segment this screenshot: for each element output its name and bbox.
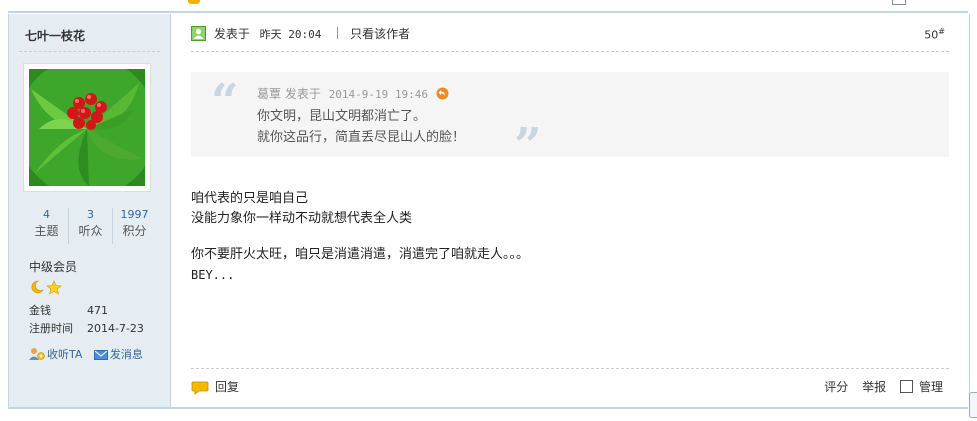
author-stats: 4 主题 3 听众 1997 积分 [25, 208, 155, 244]
floor-number[interactable]: 50# [924, 27, 945, 42]
stat-listeners-label[interactable]: 听众 [69, 222, 112, 240]
quote-line-2: 就你这品行，简直丢尽昆山人的脸！ [257, 130, 466, 145]
stat-topics-value[interactable]: 4 [25, 208, 68, 222]
reply-label[interactable]: 回复 [215, 380, 239, 394]
body-line-1: 咱代表的只是咱自己 [191, 191, 309, 206]
published-time: 昨天 20:04 [259, 28, 322, 41]
floor-sup[interactable]: # [938, 27, 945, 36]
quote-author: 葛覃 [257, 87, 282, 101]
close-quote-icon: ” [514, 118, 542, 174]
envelope-icon [93, 350, 108, 360]
only-author-link[interactable]: 只看该作者 [350, 27, 410, 41]
reply-icon [191, 381, 209, 395]
quote-meta: 葛覃 发表于 2014-9-19 19:46 [257, 85, 449, 102]
side-scroll-widget[interactable] [969, 392, 977, 418]
follow-icon [29, 348, 45, 360]
body-gap [191, 229, 529, 245]
top-strip [0, 0, 977, 14]
published-label: 发表于 [213, 27, 250, 41]
stat-points[interactable]: 1997 积分 [112, 208, 156, 244]
report-link[interactable]: 举报 [862, 380, 886, 394]
stat-listeners-value[interactable]: 3 [69, 208, 112, 222]
stat-topics[interactable]: 4 主题 [25, 208, 68, 244]
body-line-4: BEY... [191, 268, 235, 282]
send-message-button[interactable]: 发消息 [93, 346, 143, 362]
post-actions: 评分 举报 管理 [814, 378, 943, 395]
money-value: 471 [87, 304, 108, 317]
manage-label[interactable]: 管理 [919, 380, 943, 394]
follow-button[interactable]: 收听TA [29, 346, 82, 362]
register-row: 注册时间 2014-7-23 [29, 320, 144, 338]
body-line-3: 你不要肝火太旺，咱只是消遣消遣，消遣完了咱就走人。。。 [191, 247, 530, 262]
post-content-panel: 发表于 昨天 20:04 只看该作者 50# “ 葛覃 发表于 2014-9-1… [171, 14, 969, 407]
send-message-label[interactable]: 发消息 [110, 348, 143, 361]
post-bottom-border [8, 407, 968, 409]
quote-block: “ 葛覃 发表于 2014-9-19 19:46 你文明，昆山文明都消亡了。 就… [191, 72, 949, 170]
reply-button[interactable]: 回复 [191, 378, 239, 395]
author-actions: 收听TA 发消息 [29, 346, 151, 362]
header-divider [337, 27, 339, 39]
author-info: 金钱 471 注册时间 2014-7-23 [29, 302, 144, 338]
footer-divider [191, 368, 949, 369]
forum-post: 七叶一枝花 4 主题 3 听众 1997 积分 中级会员 金钱 471 注册时间… [8, 14, 970, 407]
post-divider [8, 11, 968, 13]
money-row: 金钱 471 [29, 302, 144, 320]
quote-time: 2014-9-19 19:46 [328, 88, 429, 101]
avatar-image[interactable] [29, 69, 145, 186]
register-value: 2014-7-23 [87, 322, 144, 335]
level-icons [29, 279, 63, 298]
register-label: 注册时间 [29, 322, 73, 335]
header-divider-line [191, 51, 949, 52]
manage-checkbox[interactable] [899, 380, 913, 393]
quote-published-label: 发表于 [284, 87, 321, 101]
prev-post-edge [188, 0, 200, 4]
post-body: 咱代表的只是咱自己 没能力象你一样动不动就想代表全人类 你不要肝火太旺，咱只是消… [191, 189, 529, 285]
money-label: 金钱 [29, 304, 51, 317]
quote-line-1: 你文明，昆山文明都消亡了。 [257, 109, 427, 124]
stat-points-value[interactable]: 1997 [113, 208, 156, 222]
follow-label[interactable]: 收听TA [47, 348, 82, 361]
stat-listeners[interactable]: 3 听众 [68, 208, 112, 244]
author-divider [19, 51, 160, 52]
prev-post-checkbox-edge [892, 0, 906, 5]
avatar[interactable] [23, 63, 151, 192]
rate-link[interactable]: 评分 [824, 380, 848, 394]
jump-to-post-icon[interactable] [436, 87, 449, 100]
stat-topics-label[interactable]: 主题 [25, 222, 68, 240]
floor-value[interactable]: 50 [924, 29, 938, 42]
stat-points-label[interactable]: 积分 [113, 222, 156, 240]
moon-star-icon [31, 280, 62, 295]
post-header: 发表于 昨天 20:04 只看该作者 [191, 25, 410, 43]
author-name[interactable]: 七叶一枝花 [25, 27, 85, 44]
body-line-2: 没能力象你一样动不动就想代表全人类 [191, 211, 413, 226]
open-quote-icon: “ [211, 74, 239, 130]
author-panel: 七叶一枝花 4 主题 3 听众 1997 积分 中级会员 金钱 471 注册时间… [9, 14, 171, 407]
online-status-icon [191, 26, 206, 41]
member-level[interactable]: 中级会员 [29, 258, 77, 275]
